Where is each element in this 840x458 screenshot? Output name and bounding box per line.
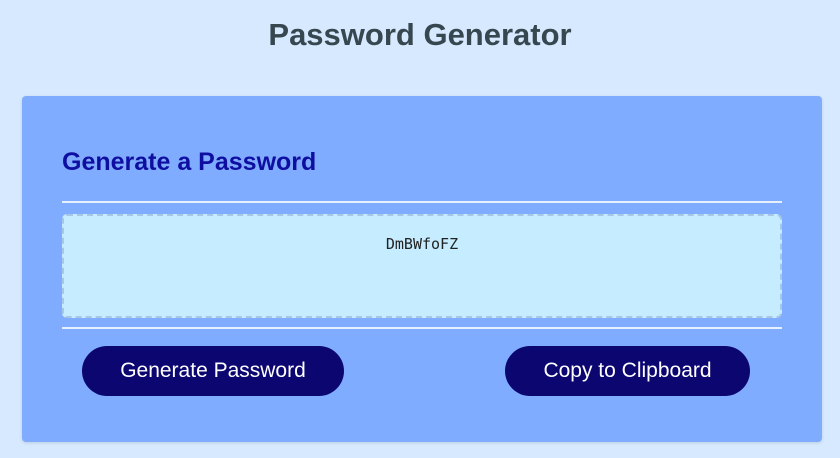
page-title: Password Generator <box>268 17 572 52</box>
card-divider-top <box>62 201 782 203</box>
generate-password-button[interactable]: Generate Password <box>82 346 344 396</box>
copy-to-clipboard-button[interactable]: Copy to Clipboard <box>505 346 750 396</box>
card-divider-bottom <box>62 327 782 329</box>
generator-card: Generate a Password DmBWfoFZ Generate Pa… <box>22 96 822 442</box>
card-header: Generate a Password <box>62 148 317 176</box>
password-output[interactable]: DmBWfoFZ <box>62 214 782 318</box>
